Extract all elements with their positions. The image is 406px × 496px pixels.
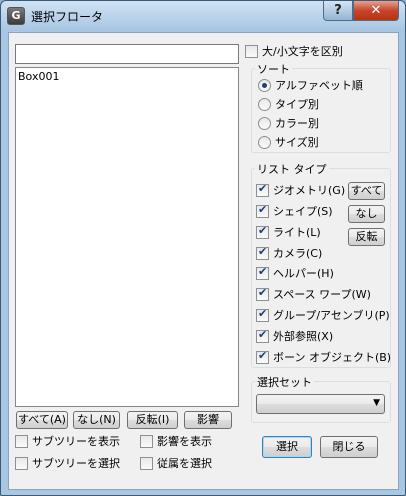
list-type-shapes[interactable]: シェイプ(S): [256, 203, 333, 219]
select-subtree-option[interactable]: サブツリーを選択: [15, 455, 120, 471]
show-influence-option[interactable]: 影響を表示: [140, 433, 212, 449]
selection-set-dropdown[interactable]: ▼: [256, 394, 385, 414]
radio-alphabetical[interactable]: [258, 78, 271, 92]
list-type-label: グループ/アセンブリ(P): [273, 309, 390, 322]
selection-set-group: 選択セット ▼: [251, 374, 391, 423]
select-button[interactable]: 選択: [262, 436, 312, 458]
list-type-xrefs[interactable]: 外部参照(X): [256, 328, 333, 344]
sort-option-label: サイズ別: [275, 136, 319, 149]
chevron-down-icon[interactable]: ▼: [373, 398, 380, 408]
list-type-label: ジオメトリ(G): [273, 184, 346, 197]
list-item[interactable]: Box001: [16, 68, 238, 85]
sort-option-label: アルファベット順: [275, 79, 363, 92]
case-sensitive-checkbox[interactable]: [245, 44, 258, 58]
title-bar[interactable]: G 選択フロータ ? ✕: [1, 1, 405, 31]
show-subtree-label: サブツリーを表示: [32, 435, 120, 448]
shapes-checkbox[interactable]: [256, 203, 269, 218]
xrefs-checkbox[interactable]: [256, 328, 269, 343]
select-subtree-label: サブツリーを選択: [32, 457, 120, 470]
influence-button[interactable]: 影響: [184, 411, 232, 429]
list-type-lights[interactable]: ライト(L): [256, 224, 321, 240]
select-invert-button[interactable]: 反転(I): [127, 411, 178, 429]
list-type-helpers[interactable]: ヘルパー(H): [256, 265, 334, 281]
list-type-invert-button[interactable]: 反転: [348, 228, 385, 246]
lights-checkbox[interactable]: [256, 224, 269, 239]
bones-checkbox[interactable]: [256, 349, 269, 364]
geometry-checkbox[interactable]: [256, 182, 269, 197]
list-type-label: シェイプ(S): [273, 205, 333, 218]
object-list[interactable]: Box001: [15, 67, 239, 407]
helpers-checkbox[interactable]: [256, 265, 269, 280]
sort-option-size[interactable]: サイズ別: [258, 134, 319, 150]
select-all-button[interactable]: すべて(A): [16, 411, 68, 429]
list-type-label: カメラ(C): [273, 247, 323, 260]
search-input[interactable]: [15, 44, 239, 64]
list-type-all-button[interactable]: すべて: [348, 182, 385, 200]
list-type-group-label: リスト タイプ: [255, 161, 329, 177]
window-title: 選択フロータ: [31, 10, 104, 24]
select-subtree-checkbox[interactable]: [15, 456, 28, 470]
dialog-body: Box001 大/小文字を区別 ソート アルファベット順 タイプ別 カラー別 サ…: [8, 32, 399, 490]
list-type-group: リスト タイプ ジオメトリ(G) シェイプ(S) ライト(L) カメラ(C) ヘ…: [251, 161, 391, 368]
select-dependents-label: 従属を選択: [157, 457, 212, 470]
cameras-checkbox[interactable]: [256, 245, 269, 260]
list-type-space-warps[interactable]: スペース ワープ(W): [256, 286, 371, 302]
sort-option-color[interactable]: カラー別: [258, 115, 319, 131]
show-influence-label: 影響を表示: [157, 435, 212, 448]
list-type-label: 外部参照(X): [273, 330, 334, 343]
sort-option-label: カラー別: [275, 117, 319, 130]
sort-option-label: タイプ別: [275, 98, 319, 111]
selection-set-label: 選択セット: [255, 374, 314, 390]
radio-color[interactable]: [258, 116, 271, 130]
case-sensitive-label: 大/小文字を区別: [262, 45, 343, 58]
close-window-button[interactable]: ✕: [353, 1, 399, 21]
space-warps-checkbox[interactable]: [256, 286, 269, 301]
sort-group: ソート アルファベット順 タイプ別 カラー別 サイズ別: [251, 61, 391, 153]
groups-checkbox[interactable]: [256, 307, 269, 322]
list-type-cameras[interactable]: カメラ(C): [256, 245, 322, 261]
show-subtree-option[interactable]: サブツリーを表示: [15, 433, 120, 449]
select-dependents-checkbox[interactable]: [140, 456, 153, 470]
list-type-label: ヘルパー(H): [273, 267, 334, 280]
list-type-label: ライト(L): [273, 226, 321, 239]
list-type-label: ボーン オブジェクト(B): [273, 351, 392, 364]
app-icon: G: [7, 7, 25, 25]
list-type-label: スペース ワープ(W): [273, 288, 371, 301]
sort-option-type[interactable]: タイプ別: [258, 96, 319, 112]
show-influence-checkbox[interactable]: [140, 434, 153, 448]
sort-option-alphabetical[interactable]: アルファベット順: [258, 77, 363, 93]
list-type-geometry[interactable]: ジオメトリ(G): [256, 182, 345, 198]
help-button[interactable]: ?: [323, 1, 353, 21]
radio-type[interactable]: [258, 97, 271, 111]
close-button[interactable]: 閉じる: [320, 436, 378, 458]
select-from-scene-dialog: G 選択フロータ ? ✕ Box001 大/小文字を区別 ソート アルファベット…: [0, 0, 406, 496]
select-dependents-option[interactable]: 従属を選択: [140, 455, 212, 471]
sort-group-label: ソート: [255, 61, 292, 77]
list-type-none-button[interactable]: なし: [348, 205, 385, 223]
case-sensitive-option[interactable]: 大/小文字を区別: [245, 43, 343, 59]
radio-size[interactable]: [258, 135, 271, 149]
list-type-bones[interactable]: ボーン オブジェクト(B): [256, 349, 391, 365]
select-none-button[interactable]: なし(N): [73, 411, 120, 429]
list-type-groups[interactable]: グループ/アセンブリ(P): [256, 307, 390, 323]
show-subtree-checkbox[interactable]: [15, 434, 28, 448]
